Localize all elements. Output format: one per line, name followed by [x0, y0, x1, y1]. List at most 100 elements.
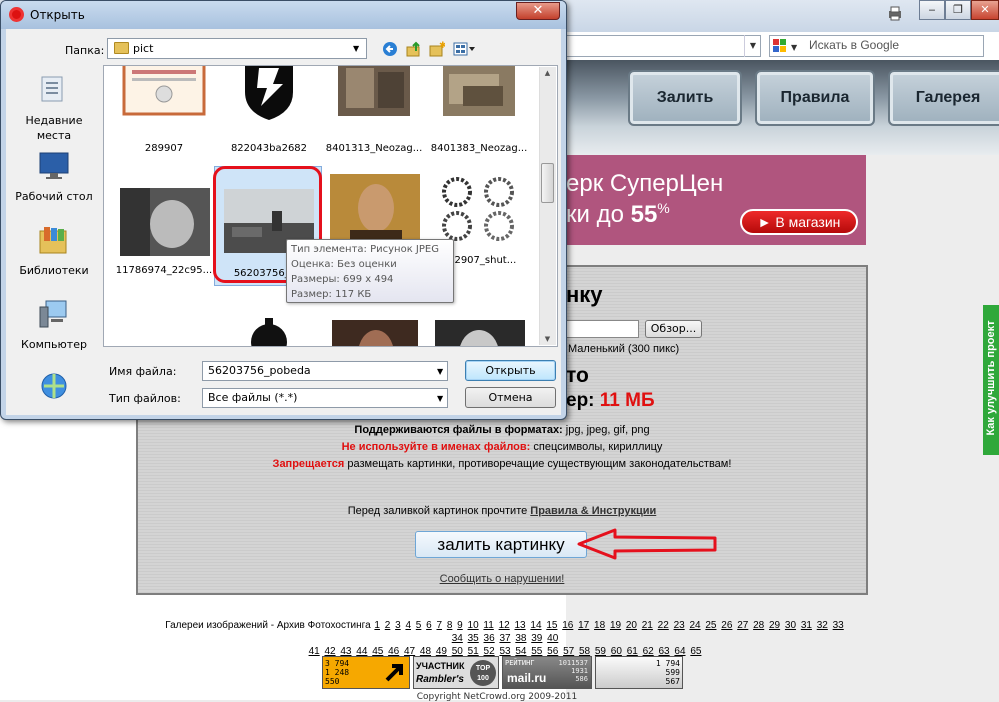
page-link[interactable]: 5 [416, 620, 422, 631]
page-link[interactable]: 10 [468, 620, 479, 631]
page-link[interactable]: 20 [626, 620, 637, 631]
dialog-title-bar[interactable] [1, 1, 566, 29]
page-link[interactable]: 39 [531, 633, 542, 644]
file-item[interactable] [114, 318, 214, 346]
size-option[interactable]: Маленький (300 пикс) [568, 343, 679, 355]
place-desktop[interactable]: Рабочий стол [9, 151, 99, 204]
page-link[interactable]: 32 [817, 620, 828, 631]
scroll-up-icon[interactable]: ▲ [541, 69, 554, 77]
filetype-select[interactable]: Все файлы (*.*) [202, 388, 448, 408]
page-link[interactable]: 30 [785, 620, 796, 631]
page-link[interactable]: 14 [530, 620, 541, 631]
scroll-thumb[interactable] [541, 163, 554, 203]
page-link[interactable]: 17 [578, 620, 589, 631]
report-link[interactable]: Сообщить о нарушении! [136, 573, 868, 585]
chevron-down-icon[interactable]: ▼ [437, 367, 443, 376]
rules-link[interactable]: Правила & Инструкции [530, 505, 656, 517]
file-item[interactable] [219, 318, 319, 346]
nav-gallery[interactable]: Галерея [888, 70, 999, 126]
page-link[interactable]: 11 [483, 620, 493, 631]
chevron-down-icon[interactable]: ▼ [437, 394, 443, 403]
page-link[interactable]: 15 [546, 620, 557, 631]
open-button[interactable]: Открыть [465, 360, 556, 381]
page-link[interactable]: 33 [833, 620, 844, 631]
google-icon[interactable]: ▼ [772, 38, 800, 54]
file-item[interactable]: 822043ba2682 [219, 66, 319, 154]
view-menu-icon[interactable] [453, 41, 477, 57]
up-folder-icon[interactable] [406, 41, 422, 57]
place-network[interactable] [9, 371, 99, 409]
page-link[interactable]: 8 [447, 620, 453, 631]
page-link[interactable]: 65 [690, 646, 701, 657]
network-icon [41, 373, 67, 399]
page-link[interactable]: 18 [594, 620, 605, 631]
page-link[interactable]: 2 [385, 620, 391, 631]
page-link[interactable]: 13 [515, 620, 526, 631]
page-link[interactable]: 41 [309, 646, 320, 657]
page-link[interactable]: 22 [658, 620, 669, 631]
counter-liveinternet[interactable]: 3 794 1 248 550 [322, 656, 410, 689]
file-item[interactable]: 8401313_Neozag... [324, 66, 424, 154]
place-computer[interactable]: Компьютер [9, 299, 99, 352]
page-links-1[interactable]: 1 2 3 4 5 6 7 8 9 10 11 12 13 14 15 16 1… [373, 620, 844, 644]
scrollbar[interactable] [539, 67, 556, 345]
portrait-thumbnail [330, 174, 420, 246]
page-link[interactable]: 31 [801, 620, 812, 631]
feedback-tab[interactable]: Как улучшить проект [983, 305, 999, 455]
counter-rambler[interactable]: УЧАСТНИК Rambler's TOP 100 [413, 656, 499, 689]
counter-stats[interactable]: 1 794 599 567 [595, 656, 683, 689]
page-link[interactable]: 25 [705, 620, 716, 631]
page-link[interactable]: 29 [769, 620, 780, 631]
file-item[interactable] [324, 318, 424, 346]
page-link[interactable]: 24 [689, 620, 700, 631]
page-link[interactable]: 3 [395, 620, 401, 631]
page-link[interactable]: 1 [374, 620, 380, 631]
page-link[interactable]: 40 [547, 633, 558, 644]
dialog-close-button[interactable]: ✕ [516, 2, 560, 20]
maximize-button[interactable]: ❐ [945, 0, 971, 20]
page-link[interactable]: 12 [499, 620, 510, 631]
scroll-down-icon[interactable]: ▼ [541, 335, 554, 343]
page-link[interactable]: 4 [405, 620, 411, 631]
file-item[interactable]: 289907 [114, 66, 214, 154]
page-link[interactable]: 21 [642, 620, 653, 631]
page-link[interactable]: 37 [499, 633, 510, 644]
browse-button[interactable]: Обзор... [645, 320, 702, 338]
nav-upload[interactable]: Залить [628, 70, 742, 126]
place-recent[interactable]: Недавние места [9, 75, 99, 143]
minimize-button[interactable]: ‒ [919, 0, 945, 20]
page-link[interactable]: 9 [457, 620, 463, 631]
page-link[interactable]: 34 [452, 633, 463, 644]
chevron-down-icon[interactable]: ▼ [353, 44, 359, 53]
back-icon[interactable] [382, 41, 398, 57]
filename-input[interactable]: 56203756_pobeda [202, 361, 448, 381]
place-libraries[interactable]: Библиотеки [9, 225, 99, 278]
gallery-prefix: Галереи изображений - Архив Фотохостинга [165, 620, 371, 631]
upload-button[interactable]: залить картинку [415, 531, 587, 558]
toolbar-icon[interactable] [885, 4, 905, 24]
address-bar[interactable] [566, 35, 761, 57]
page-link[interactable]: 35 [468, 633, 479, 644]
page-link[interactable]: 28 [753, 620, 764, 631]
file-item[interactable] [429, 318, 529, 346]
counter-mailru[interactable]: РЕЙТИНГ 1011537 1931 586 mail.ru [502, 656, 592, 689]
page-link[interactable]: 23 [674, 620, 685, 631]
banner-discount: 55 [630, 201, 658, 228]
page-link[interactable]: 36 [484, 633, 495, 644]
page-link[interactable]: 6 [426, 620, 432, 631]
chevron-down-icon[interactable]: ▼ [744, 35, 761, 57]
page-link[interactable]: 26 [721, 620, 732, 631]
nav-rules[interactable]: Правила [755, 70, 875, 126]
page-link[interactable]: 16 [562, 620, 573, 631]
file-item[interactable]: 11786974_22c95... [114, 184, 214, 276]
close-window-button[interactable]: ✕ [971, 0, 999, 20]
file-path-input[interactable] [566, 320, 639, 338]
page-link[interactable]: 38 [515, 633, 526, 644]
page-link[interactable]: 19 [610, 620, 621, 631]
file-item[interactable]: 8401383_Neozag... [429, 66, 529, 154]
page-link[interactable]: 27 [737, 620, 748, 631]
new-folder-icon[interactable]: ✱ [429, 41, 447, 57]
cancel-button[interactable]: Отмена [465, 387, 556, 408]
shop-button[interactable]: ► В магазин [740, 209, 858, 235]
page-link[interactable]: 7 [436, 620, 442, 631]
